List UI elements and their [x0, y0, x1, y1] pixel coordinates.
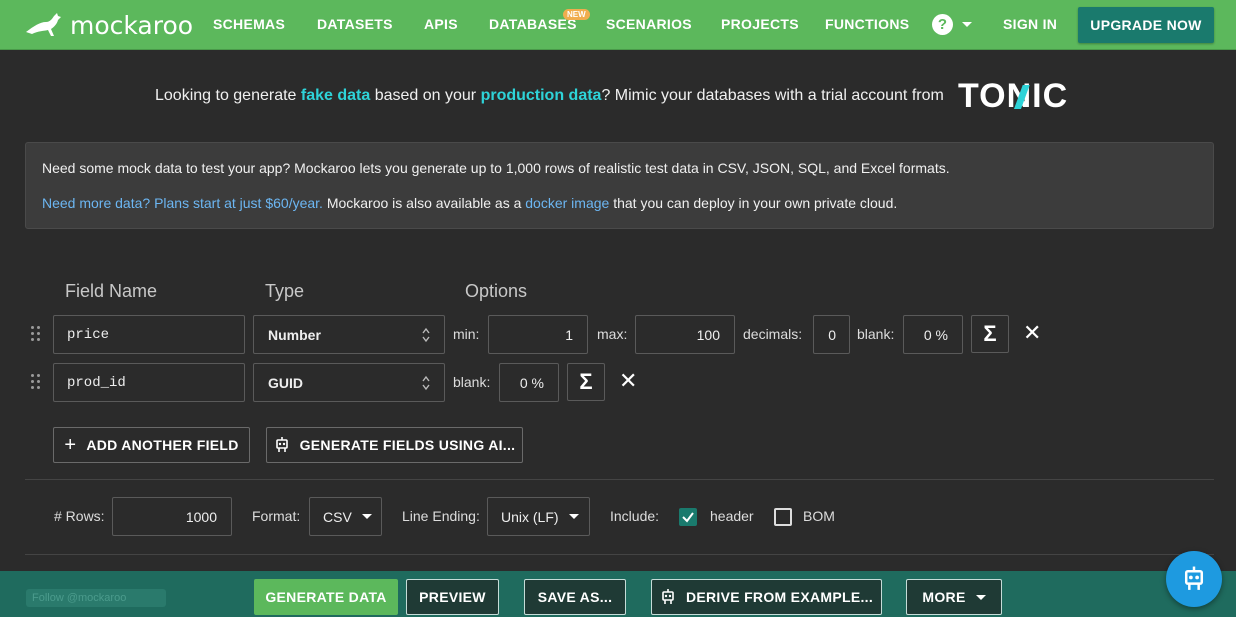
info-end-text: that you can deploy in your own private …: [609, 195, 898, 211]
help-icon[interactable]: ?: [932, 14, 953, 35]
format-value: CSV: [323, 508, 352, 525]
close-icon[interactable]: ✕: [1023, 320, 1041, 346]
field-name-input[interactable]: prod_id: [53, 363, 245, 402]
nav-scenarios[interactable]: SCENARIOS: [606, 16, 692, 32]
info-text-2: Need more data? Plans start at just $60/…: [42, 195, 897, 211]
tonic-logo[interactable]: TONIC: [958, 76, 1084, 116]
top-nav: mockaroo SCHEMAS DATASETS APIS DATABASES…: [0, 0, 1236, 50]
promo-text: Looking to generate fake data based on y…: [155, 87, 944, 105]
close-icon[interactable]: ✕: [619, 368, 637, 394]
chevron-down-icon: [568, 514, 579, 519]
docker-image-link[interactable]: docker image: [525, 195, 609, 211]
blank-input[interactable]: 0 %: [903, 315, 963, 354]
divider: [25, 554, 1214, 555]
chevron-down-icon[interactable]: [962, 22, 972, 27]
more-label: MORE: [922, 589, 966, 605]
nav-schemas[interactable]: SCHEMAS: [213, 16, 285, 32]
promo-text-2: based on your: [370, 87, 481, 104]
robot-icon: [1184, 566, 1204, 590]
info-mid-text: Mockaroo is also available as a: [322, 195, 526, 211]
min-input[interactable]: 1: [488, 315, 588, 354]
robot-icon: [662, 589, 674, 604]
min-label: min:: [453, 326, 480, 342]
save-as-button[interactable]: SAVE AS...: [524, 579, 626, 615]
logo[interactable]: mockaroo: [24, 10, 193, 40]
nav-functions[interactable]: FUNCTIONS: [825, 16, 909, 32]
upgrade-button[interactable]: UPGRADE NOW: [1078, 7, 1214, 43]
blank-label: blank:: [453, 374, 491, 390]
promo-text-1: Looking to generate: [155, 87, 301, 104]
ai-assistant-button[interactable]: [1166, 551, 1222, 607]
blank-label: blank:: [857, 326, 895, 342]
field-type-value: Number: [268, 326, 321, 343]
bom-checkbox[interactable]: [774, 508, 792, 526]
line-ending-value: Unix (LF): [501, 508, 559, 525]
robot-icon: [275, 437, 288, 452]
max-input[interactable]: 100: [635, 315, 735, 354]
rows-label: # Rows:: [54, 508, 105, 524]
generate-fields-ai-button[interactable]: GENERATE FIELDS USING AI...: [266, 427, 523, 463]
formula-sigma-button[interactable]: Σ: [567, 363, 605, 401]
field-name-input[interactable]: price: [53, 315, 245, 354]
rows-input[interactable]: 1000: [112, 497, 232, 536]
header-checkbox[interactable]: [679, 508, 697, 526]
nav-projects[interactable]: PROJECTS: [721, 16, 799, 32]
plus-icon: +: [64, 433, 77, 456]
add-field-label: ADD ANOTHER FIELD: [86, 437, 239, 453]
promo-highlight-fake-data: fake data: [300, 87, 371, 104]
drag-handle-icon[interactable]: [31, 374, 41, 390]
generate-data-button[interactable]: GENERATE DATA: [254, 579, 398, 615]
brand-name: mockaroo: [70, 10, 194, 40]
updown-icon: [422, 327, 430, 343]
field-type-value: GUID: [268, 374, 303, 391]
decimals-label: decimals:: [743, 326, 803, 342]
decimals-input[interactable]: 0: [813, 315, 850, 354]
drag-handle-icon[interactable]: [31, 326, 41, 342]
format-label: Format:: [252, 508, 301, 524]
info-text: Need some mock data to test your app? Mo…: [42, 160, 950, 176]
blank-input[interactable]: 0 %: [499, 363, 559, 402]
tonic-promo: Looking to generate fake data based on y…: [0, 76, 1236, 116]
tonic-logo-text: TONIC: [958, 77, 1068, 115]
plans-link[interactable]: Need more data? Plans start at just $60/…: [42, 195, 323, 211]
updown-icon: [422, 375, 430, 391]
kangaroo-icon: [26, 13, 61, 36]
format-select[interactable]: CSV: [309, 497, 382, 536]
add-field-button[interactable]: + ADD ANOTHER FIELD: [53, 427, 250, 463]
chevron-down-icon: [975, 594, 986, 600]
info-box: Need some mock data to test your app? Mo…: [25, 142, 1214, 229]
header-label: header: [710, 508, 754, 524]
derive-from-example-button[interactable]: DERIVE FROM EXAMPLE...: [651, 579, 882, 615]
action-footer: Follow @mockaroo GENERATE DATA PREVIEW S…: [0, 571, 1236, 617]
bom-label: BOM: [803, 508, 835, 524]
derive-label: DERIVE FROM EXAMPLE...: [685, 589, 874, 605]
column-options: Options: [465, 281, 528, 301]
twitter-follow-button[interactable]: Follow @mockaroo: [26, 589, 166, 607]
formula-sigma-button[interactable]: Σ: [971, 315, 1009, 353]
sign-in-link[interactable]: SIGN IN: [1003, 16, 1057, 32]
max-label: max:: [597, 326, 628, 342]
chevron-down-icon: [361, 514, 372, 519]
more-button[interactable]: MORE: [906, 579, 1002, 615]
field-type-select[interactable]: GUID: [253, 363, 445, 402]
line-ending-select[interactable]: Unix (LF): [487, 497, 590, 536]
preview-button[interactable]: PREVIEW: [406, 579, 499, 615]
divider: [25, 479, 1214, 480]
nav-apis[interactable]: APIS: [424, 16, 458, 32]
line-ending-label: Line Ending:: [402, 508, 480, 524]
column-field-name: Field Name: [65, 281, 158, 301]
new-badge: NEW: [563, 9, 590, 20]
column-type: Type: [265, 281, 305, 301]
check-icon: [682, 512, 694, 523]
promo-highlight-production-data: production data: [480, 87, 602, 104]
promo-text-3: ? Mimic your databases with a trial acco…: [601, 87, 944, 104]
field-type-select[interactable]: Number: [253, 315, 445, 354]
generate-fields-ai-label: GENERATE FIELDS USING AI...: [299, 437, 516, 453]
nav-datasets[interactable]: DATASETS: [317, 16, 393, 32]
include-label: Include:: [610, 508, 660, 524]
nav-databases[interactable]: DATABASES: [489, 16, 577, 32]
